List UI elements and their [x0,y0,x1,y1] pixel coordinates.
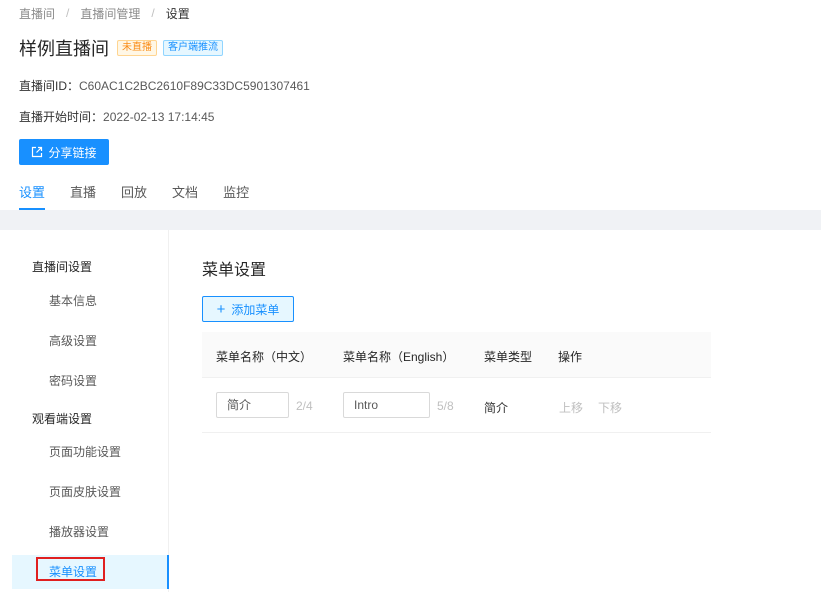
table-header: 菜单名称（中文） 菜单名称（English） 菜单类型 操作 [202,332,711,378]
breadcrumb: 直播间 / 直播间管理 / 设置 [19,5,190,21]
breadcrumb-live-room[interactable]: 直播间 [19,5,55,22]
tab-playback[interactable]: 回放 [121,182,147,210]
sidebar-item-label: 密码设置 [49,374,98,388]
column-header-name-en: 菜单名称（English） [343,350,455,364]
share-external-icon [32,146,43,158]
sidebar-item-page-features[interactable]: 页面功能设置 [12,435,169,469]
share-link-button[interactable]: 分享链接 [19,139,109,165]
sidebar-item-advanced[interactable]: 高级设置 [12,324,169,358]
sidebar-item-label: 高级设置 [49,334,98,348]
add-menu-button[interactable]: + 添加菜单 [202,296,294,322]
add-menu-label: 添加菜单 [231,302,280,317]
tab-settings[interactable]: 设置 [19,182,46,210]
table-row: 简介 2/4 Intro 5/8 简介 上移 下移 [202,378,711,433]
breadcrumb-separator: / [66,6,70,20]
status-badge: 未直播 [117,40,157,56]
breadcrumb-live-room-management[interactable]: 直播间管理 [80,5,140,22]
breadcrumb-separator: / [151,6,155,20]
settings-sidebar: 直播间设置 基本信息 高级设置 密码设置 观看端设置 页面功能设置 页面皮肤设置… [12,230,169,592]
menu-name-en-input[interactable]: Intro [343,392,430,418]
move-down-link[interactable]: 下移 [598,399,622,416]
room-id-value: C60AC1C2BC2610F89C33DC5901307461 [79,79,310,93]
sidebar-item-label: 基本信息 [49,294,98,308]
plus-icon: + [216,300,226,318]
title-row: 样例直播间 未直播 客户端推流 [19,35,223,61]
content-divider [0,210,821,230]
section-title: 菜单设置 [202,262,267,279]
room-id-line: 直播间ID：C60AC1C2BC2610F89C33DC5901307461 [19,77,310,94]
sidebar-item-page-skin[interactable]: 页面皮肤设置 [12,475,169,509]
start-time-label: 直播开始时间： [19,110,104,124]
column-header-actions: 操作 [558,350,583,364]
column-header-type: 菜单类型 [484,350,533,364]
sidebar-group-viewer: 观看端设置 [32,412,93,426]
menu-name-cn-input[interactable]: 简介 [216,392,289,418]
sidebar-group-live-room: 直播间设置 [32,260,93,274]
share-link-label: 分享链接 [48,145,97,160]
sidebar-item-player[interactable]: 播放器设置 [12,515,169,549]
start-time-line: 直播开始时间：2022-02-13 17:14:45 [19,108,214,125]
page-title: 样例直播间 [19,39,109,59]
sidebar-item-basic-info[interactable]: 基本信息 [12,284,169,318]
start-time-value: 2022-02-13 17:14:45 [103,110,215,124]
cn-char-count: 2/4 [296,399,313,413]
tab-monitor[interactable]: 监控 [223,182,249,210]
sidebar-item-password[interactable]: 密码设置 [12,364,169,398]
breadcrumb-settings: 设置 [165,6,190,21]
sidebar-item-menu[interactable]: 菜单设置 [12,555,169,589]
sidebar-item-label: 菜单设置 [49,565,98,579]
sidebar-item-label: 播放器设置 [49,525,110,539]
sidebar-item-label: 页面皮肤设置 [49,485,122,499]
en-char-count: 5/8 [437,399,454,413]
tab-live[interactable]: 直播 [70,182,96,210]
sidebar-item-label: 页面功能设置 [49,445,122,459]
tab-documents[interactable]: 文档 [172,182,198,210]
tab-bar: 设置 直播 回放 文档 监控 [19,182,274,210]
move-up-link[interactable]: 上移 [559,399,583,416]
room-id-label: 直播间ID： [19,79,80,93]
column-header-name-cn: 菜单名称（中文） [216,350,313,364]
menu-type: 简介 [484,401,509,415]
push-type-badge: 客户端推流 [163,40,223,56]
